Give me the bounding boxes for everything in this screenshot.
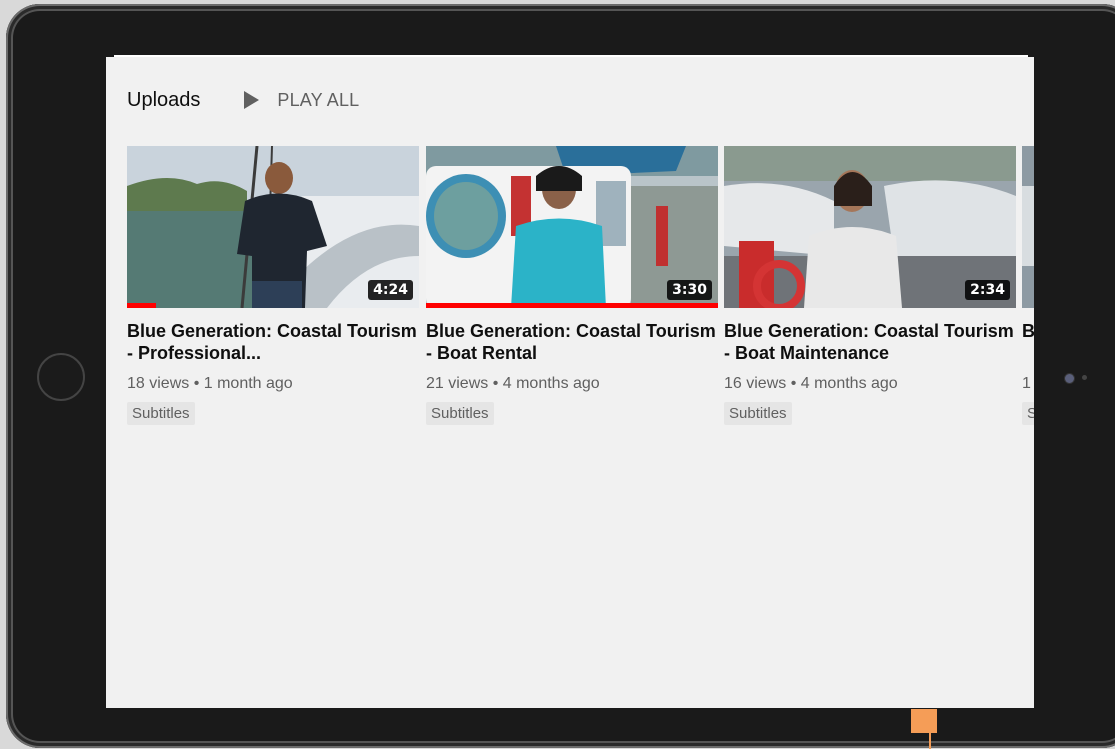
- video-thumbnail[interactable]: 2:34: [724, 146, 1016, 308]
- camera-icon: [1064, 373, 1075, 384]
- video-title[interactable]: Blue Generation: Coastal Tourism - Boat …: [724, 320, 1016, 364]
- subtitles-badge: Subtitles: [724, 402, 792, 425]
- video-thumbnail[interactable]: 3:30: [426, 146, 718, 308]
- sensor-icon: [1082, 375, 1087, 380]
- video-title[interactable]: Blue Generation: Coastal Tourism - Boat …: [426, 320, 718, 364]
- view-count: 21 views: [426, 375, 489, 392]
- screen: Uploads PLAY ALL 4:24 Blue Generation: C…: [106, 57, 1034, 708]
- subtitles-badge: Subtitles: [127, 402, 195, 425]
- subtitles-badge: S: [1022, 402, 1034, 425]
- play-all-button[interactable]: PLAY ALL: [244, 90, 359, 111]
- duration-badge: 4:24: [368, 280, 413, 300]
- video-meta: 1: [1022, 375, 1034, 393]
- uploads-header: Uploads PLAY ALL: [127, 88, 359, 112]
- video-meta: 16 views • 4 months ago: [724, 375, 898, 392]
- view-count: 1: [1022, 375, 1031, 392]
- video-title[interactable]: Blue Generation: Coastal Tourism: [1022, 320, 1034, 364]
- play-triangle-icon: [244, 91, 260, 109]
- watch-progress: [426, 303, 718, 308]
- watch-progress: [127, 303, 157, 308]
- video-card[interactable]: 3:30 Blue Generation: Coastal Tourism - …: [426, 146, 718, 425]
- video-thumbnail[interactable]: [1022, 146, 1034, 308]
- video-meta: 18 views • 1 month ago: [127, 375, 293, 392]
- video-card[interactable]: 2:34 Blue Generation: Coastal Tourism - …: [724, 146, 1016, 425]
- subtitles-badge: Subtitles: [426, 402, 494, 425]
- video-title[interactable]: Blue Generation: Coastal Tourism - Profe…: [127, 320, 419, 364]
- view-count: 18 views: [127, 375, 190, 392]
- play-all-label: PLAY ALL: [277, 89, 360, 110]
- view-count: 16 views: [724, 375, 787, 392]
- video-card[interactable]: 4:24 Blue Generation: Coastal Tourism - …: [127, 146, 419, 425]
- home-button[interactable]: [37, 353, 85, 401]
- video-card[interactable]: Blue Generation: Coastal Tourism 1 S: [1022, 146, 1034, 425]
- video-meta: 21 views • 4 months ago: [426, 375, 600, 392]
- upload-age: 4 months ago: [800, 375, 898, 392]
- upload-age: 1 month ago: [203, 375, 293, 392]
- accent-marker: [911, 709, 937, 733]
- accent-marker-line: [929, 733, 931, 749]
- duration-badge: 3:30: [667, 280, 712, 300]
- video-thumbnail[interactable]: 4:24: [127, 146, 419, 308]
- section-title: Uploads: [127, 88, 201, 111]
- duration-badge: 2:34: [965, 280, 1010, 300]
- upload-age: 4 months ago: [502, 375, 600, 392]
